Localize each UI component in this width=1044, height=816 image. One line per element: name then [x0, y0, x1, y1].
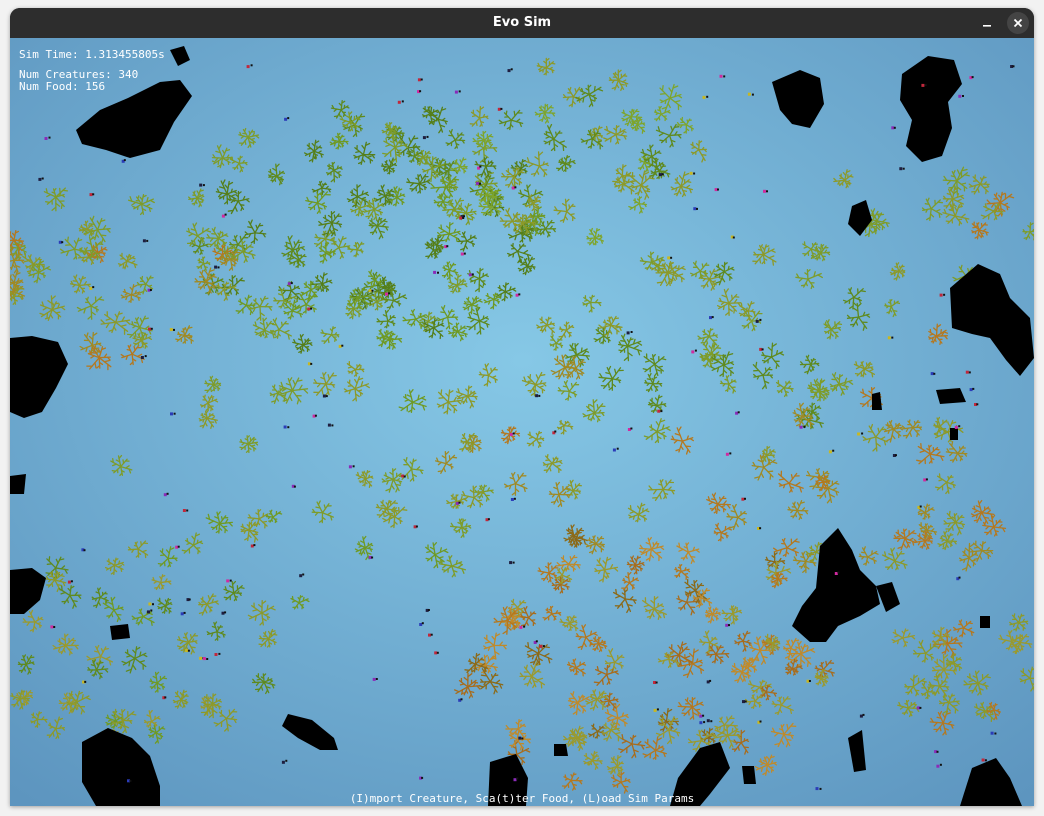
- app-window: Evo Sim Sim Time: 1.313455805s Num Creat…: [10, 8, 1034, 806]
- water-background: [10, 38, 1034, 806]
- minimize-icon: [983, 25, 991, 27]
- close-icon: [1013, 18, 1023, 28]
- minimize-button[interactable]: [976, 12, 998, 34]
- obstacle: [10, 474, 26, 494]
- num-food-label: Num Food: 156: [19, 80, 106, 93]
- sim-time-label: Sim Time: 1.313455805s: [19, 48, 165, 61]
- obstacle: [742, 766, 756, 784]
- title-bar[interactable]: Evo Sim: [10, 8, 1034, 38]
- simulation-canvas[interactable]: Sim Time: 1.313455805s Num Creatures: 34…: [10, 38, 1034, 806]
- close-button[interactable]: [1007, 12, 1029, 34]
- obstacle: [950, 428, 958, 440]
- simulation-world[interactable]: [10, 38, 1034, 806]
- obstacle: [110, 624, 130, 640]
- keyboard-help-text: (I)mport Creature, Sca(t)ter Food, (L)oa…: [349, 792, 695, 805]
- obstacle: [980, 616, 990, 628]
- window-title: Evo Sim: [492, 15, 552, 30]
- obstacle: [554, 744, 568, 756]
